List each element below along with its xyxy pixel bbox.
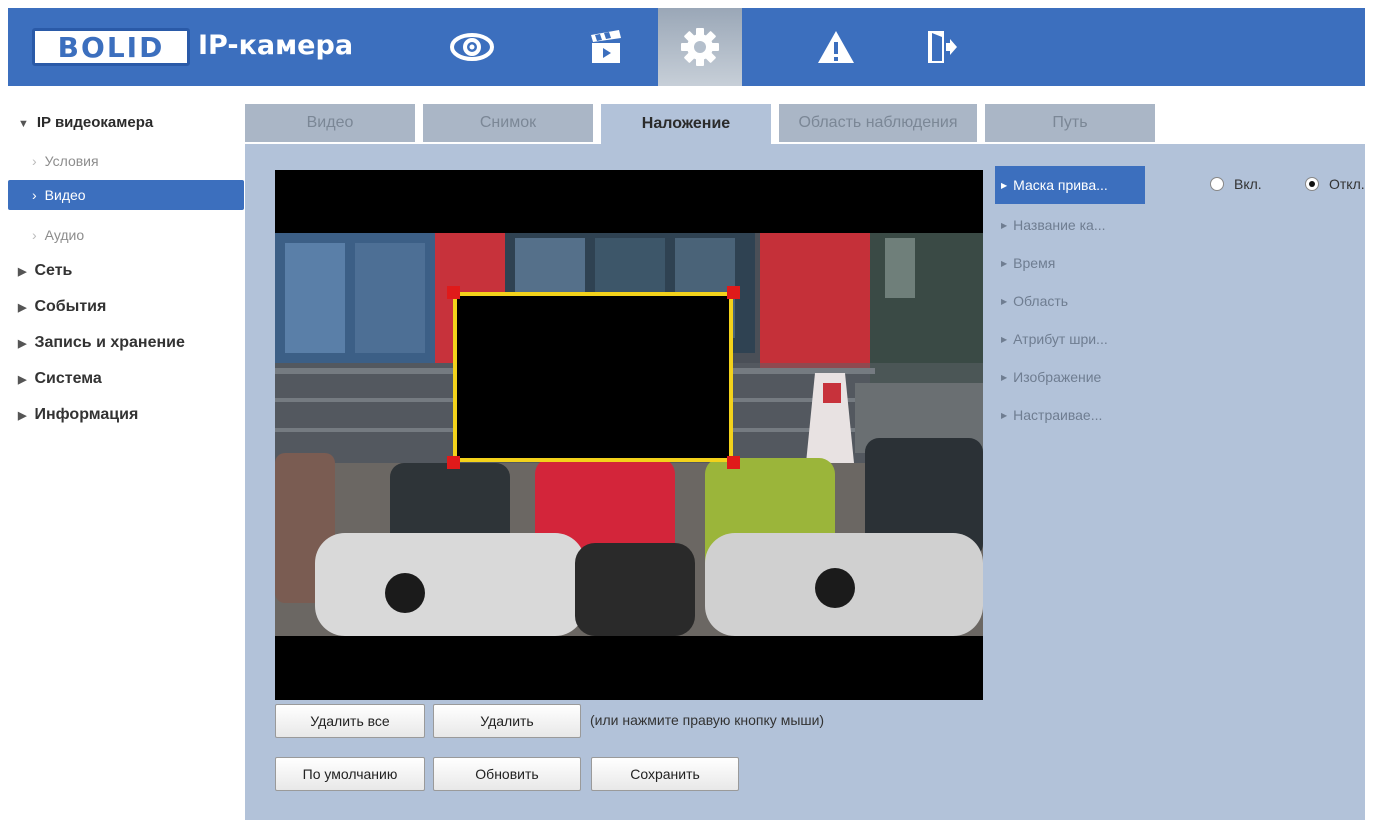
- save-button[interactable]: Сохранить: [591, 757, 739, 791]
- sidebar-item-network[interactable]: ▶ Сеть: [18, 262, 72, 280]
- sidebar-item-events[interactable]: ▶ События: [18, 298, 106, 316]
- video-preview[interactable]: [275, 170, 983, 700]
- nav-logout[interactable]: [900, 8, 984, 86]
- collapsed-arrow-icon: ▶: [18, 410, 27, 422]
- collapsed-arrow-icon: ▶: [18, 338, 27, 350]
- default-button[interactable]: По умолчанию: [275, 757, 425, 791]
- resize-handle-bottom-left[interactable]: [447, 456, 460, 469]
- nav-alarm[interactable]: [794, 8, 878, 86]
- submenu-font-attribute[interactable]: ▶ Атрибут шри...: [995, 320, 1145, 358]
- warning-icon: [818, 31, 854, 63]
- sidebar-sub-video[interactable]: › Видео: [8, 180, 244, 210]
- eye-icon: [450, 33, 494, 61]
- sidebar-item-system[interactable]: ▶ Система: [18, 370, 102, 388]
- tab-bar: Видео Снимок Наложение Область наблюдени…: [245, 104, 1365, 144]
- submenu-custom[interactable]: ▶ Настраивае...: [995, 396, 1145, 434]
- triangle-icon: ▶: [1001, 410, 1008, 420]
- resize-handle-top-left[interactable]: [447, 286, 460, 299]
- submenu-privacy-mask[interactable]: ▶ Маска прива...: [995, 166, 1145, 204]
- triangle-icon: ▶: [1001, 220, 1008, 230]
- radio-disable[interactable]: Откл.: [1305, 176, 1365, 192]
- triangle-icon: ▶: [1001, 296, 1008, 306]
- overlay-submenu: ▶ Маска прива... ▶ Название ка... ▶ Время ▶…: [995, 166, 1145, 434]
- triangle-icon: ▶: [1001, 334, 1008, 344]
- gear-icon: [681, 28, 719, 66]
- triangle-icon: ▶: [1001, 258, 1008, 268]
- bolid-logo: BOLID: [32, 28, 190, 66]
- delete-all-button[interactable]: Удалить все: [275, 704, 425, 738]
- sidebar-item-recording[interactable]: ▶ Запись и хранение: [18, 334, 185, 352]
- exit-icon: [928, 31, 957, 63]
- top-header: BOLID IP-камера: [8, 8, 1365, 86]
- expanded-arrow-icon: ▼: [18, 118, 29, 130]
- sidebar-sub-audio[interactable]: › Аудио: [8, 220, 244, 250]
- collapsed-arrow-icon: ▶: [18, 302, 27, 314]
- submenu-region[interactable]: ▶ Область: [995, 282, 1145, 320]
- collapsed-arrow-icon: ▶: [18, 374, 27, 386]
- triangle-icon: ▶: [1001, 180, 1008, 190]
- tab-surveillance-area[interactable]: Область наблюдения: [779, 104, 977, 142]
- clapperboard-icon: [591, 30, 621, 63]
- tab-snapshot[interactable]: Снимок: [423, 104, 593, 142]
- resize-handle-bottom-right[interactable]: [727, 456, 740, 469]
- nav-settings[interactable]: [658, 8, 742, 86]
- delete-button[interactable]: Удалить: [433, 704, 581, 738]
- radio-enable[interactable]: Вкл.: [1210, 176, 1262, 192]
- refresh-button[interactable]: Обновить: [433, 757, 581, 791]
- right-click-hint: (или нажмите правую кнопку мыши): [590, 712, 825, 728]
- privacy-mask-region[interactable]: [453, 292, 733, 462]
- tab-path[interactable]: Путь: [985, 104, 1155, 142]
- tab-video[interactable]: Видео: [245, 104, 415, 142]
- nav-playback[interactable]: [564, 8, 648, 86]
- triangle-icon: ▶: [1001, 372, 1008, 382]
- radio-enable-circle[interactable]: [1210, 177, 1224, 191]
- tab-overlay[interactable]: Наложение: [601, 104, 771, 144]
- sidebar-sub-conditions[interactable]: › Условия: [8, 146, 244, 176]
- app-title: IP-камера: [198, 30, 354, 61]
- resize-handle-top-right[interactable]: [727, 286, 740, 299]
- nav-live-view[interactable]: [430, 8, 514, 86]
- sidebar-item-information[interactable]: ▶ Информация: [18, 406, 138, 424]
- main-panel: Видео Снимок Наложение Область наблюдени…: [245, 104, 1365, 820]
- sidebar-root-ip-camera[interactable]: ▼ IP видеокамера: [18, 114, 153, 131]
- collapsed-arrow-icon: ▶: [18, 266, 27, 278]
- submenu-channel-name[interactable]: ▶ Название ка...: [995, 206, 1145, 244]
- radio-disable-circle[interactable]: [1305, 177, 1319, 191]
- submenu-time[interactable]: ▶ Время: [995, 244, 1145, 282]
- submenu-image[interactable]: ▶ Изображение: [995, 358, 1145, 396]
